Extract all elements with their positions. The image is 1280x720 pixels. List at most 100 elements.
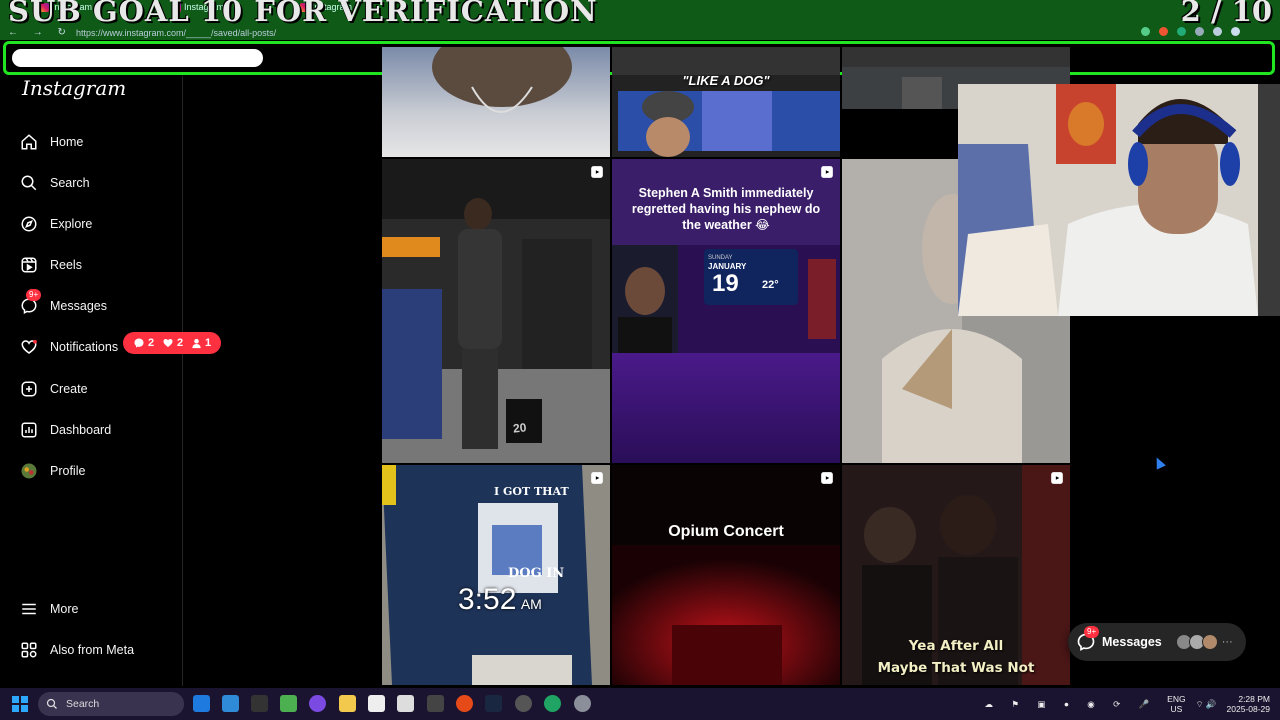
clock-date: 2025-08-29 [1226,704,1270,714]
sidebar-item-create[interactable]: Create [19,378,88,400]
comment-icon [134,338,144,348]
weather-date: 19 [712,270,739,297]
browser-app-icon[interactable] [456,695,473,712]
notepad-app-icon[interactable] [368,695,385,712]
sidebar-item-also-from-meta[interactable]: Also from Meta [19,639,134,661]
weather-temp: 22° [762,279,779,291]
post-tile[interactable]: "LIKE A DOG" [612,47,840,157]
reels-icon [591,166,603,178]
notification-summary-badge[interactable]: 2 2 1 [123,332,221,354]
terminal-app-icon[interactable] [427,695,444,712]
clock-time: 2:28 PM [1238,694,1270,704]
steam-app-icon[interactable] [485,695,502,712]
post-caption: "LIKE A DOG" [682,73,770,88]
post-thumbnail [612,545,840,685]
calculator-app-icon[interactable] [222,695,239,712]
post-tile[interactable]: 20 [382,159,610,463]
webcam-feed [958,84,1280,316]
post-tile[interactable]: Yea After All Maybe That Was Not [842,465,1070,685]
sidebar-item-label: Messages [50,299,107,313]
post-caption: Stephen A Smith immediately regretted ha… [631,186,821,232]
store-app-icon[interactable] [397,695,414,712]
instagram-logo[interactable]: Instagram [22,76,126,100]
extension-icon[interactable] [1213,27,1222,36]
extension-icon[interactable] [1195,27,1204,36]
messenger-icon: 9+ [1076,626,1100,652]
messages-floating-button[interactable]: 9+ Messages ··· [1068,623,1246,661]
post-clock: 3:52 AM [458,583,542,617]
comment-count: 2 [133,337,154,349]
mouse-cursor-icon [1152,455,1166,470]
taskbar-search[interactable]: Search [38,692,184,716]
menu-icon [19,599,39,619]
extension-icons [1141,27,1240,36]
plus-icon [19,379,39,399]
sidebar-item-search[interactable]: Search [19,172,90,194]
nav-arrows-icon[interactable]: ← → ↻ [8,27,72,38]
chrome-app-icon[interactable] [544,695,561,712]
sidebar-item-messages[interactable]: 9+ Messages [19,289,107,317]
sidebar-item-dashboard[interactable]: Dashboard [19,419,111,441]
weather-day: SUNDAY [708,255,733,261]
follow-count-value: 1 [204,337,212,349]
post-thumbnail [382,159,610,463]
outlook-app-icon[interactable] [193,695,210,712]
windows-taskbar: Search ☁ ⚑ ▣ ● ◉ ⟳ 🎤 ENG US ⌔ 🔊 2:28 PM … [0,688,1280,720]
obs-app-icon[interactable] [515,695,532,712]
sidebar-item-home[interactable]: Home [19,131,83,153]
browser-chrome: Instagram Instagram Instagram ← → ↻ http… [0,0,1280,40]
minecraft-app-icon[interactable] [280,695,297,712]
sidebar-item-profile[interactable]: Profile [19,460,85,482]
profile-icon[interactable] [1231,27,1240,36]
reels-icon [591,472,603,484]
dashboard-icon [19,420,39,440]
settings-app-icon[interactable] [574,695,591,712]
meta-icon [19,640,39,660]
windows-start-icon[interactable] [12,696,28,712]
person-icon [192,338,201,348]
messages-label: Messages [1102,635,1162,649]
file-explorer-icon[interactable] [339,695,356,712]
post-tile[interactable]: I GOT THAT DOG IN 3:52 AM [382,465,610,685]
sidebar-item-label: Search [50,176,90,190]
extension-icon[interactable] [1177,27,1186,36]
post-tile[interactable] [382,47,610,157]
sidebar-item-label: Dashboard [50,423,112,437]
lang-label: ENG [1167,694,1186,704]
app-icon[interactable] [251,695,268,712]
sidebar-item-more[interactable]: More [19,598,78,620]
post-thumbnail [612,47,840,157]
post-thumbnail [382,465,610,685]
taskbar-search-label: Search [66,698,100,710]
address-bar[interactable]: https://www.instagram.com/_____/saved/al… [76,28,276,38]
sidebar-item-label: Notifications [50,340,119,354]
webcam-overlay [958,84,1280,316]
stream-goal-title: SUB GOAL 10 FOR VERIFICATION [8,0,598,28]
box-number: 20 [512,420,528,436]
sidebar-item-reels[interactable]: Reels [19,254,82,276]
sidebar-item-label: Also from Meta [50,643,135,657]
reels-icon [19,255,39,275]
discord-app-icon[interactable] [309,695,326,712]
input-language[interactable]: ENG US [1167,694,1185,714]
extension-icon[interactable] [1159,27,1168,36]
messages-badge: 9+ [1084,626,1100,638]
sidebar-item-notifications[interactable]: Notifications [19,336,118,358]
sidebar-item-explore[interactable]: Explore [19,213,92,235]
sidebar-item-label: Home [50,135,84,149]
heart-filled-icon [163,339,173,347]
reels-icon [821,472,833,484]
extension-icon[interactable] [1141,27,1150,36]
taskbar-clock[interactable]: 2:28 PM 2025-08-29 [1227,694,1270,714]
lyric-line: Maybe That Was Not [877,660,1035,676]
wifi-volume-icons[interactable]: ⌔ 🔊 [1196,699,1217,710]
comment-count-value: 2 [147,337,155,349]
tray-icons[interactable]: ☁ ⚑ ▣ ● ◉ ⟳ 🎤 [985,699,1158,710]
goal-progress-fill [12,49,263,67]
post-tile[interactable]: Stephen A Smith immediately regretted ha… [612,159,840,463]
post-caption: Opium Concert [668,523,784,540]
recent-contacts [1175,634,1218,650]
post-tile[interactable]: Opium Concert [612,465,840,685]
avatar [1201,634,1218,650]
region-label: US [1170,704,1183,714]
